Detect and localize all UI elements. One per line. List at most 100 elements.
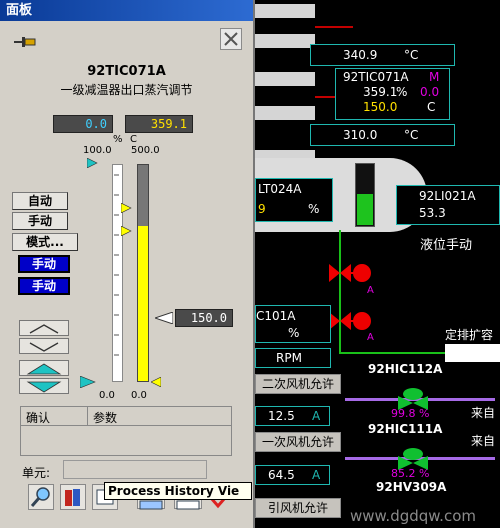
level-bar-fill [357, 194, 373, 225]
scale-left-top: 100.0 [83, 145, 112, 156]
temperature-display-1[interactable]: 340.9 °C [310, 44, 455, 66]
scale-right-bottom: 0.0 [131, 390, 147, 401]
auto-button[interactable]: 自动 [12, 192, 68, 210]
current-display-2[interactable]: 64.5 A [255, 465, 330, 485]
tooltip: Process History Vie [104, 482, 252, 500]
books-icon [65, 489, 80, 506]
button-label: 自动 [27, 194, 52, 208]
hic111-value: 85.2 % [391, 467, 430, 480]
fan-permit-1-button[interactable]: 一次风机允许 [255, 432, 341, 452]
chevron-up-icon [29, 324, 59, 334]
table-icon [139, 500, 163, 510]
hic112-tag: 92HIC112A [368, 362, 443, 376]
pin-icon[interactable] [14, 33, 36, 52]
fast-increase-button[interactable] [19, 360, 69, 376]
value: 310.0 [343, 128, 378, 142]
setpoint-pointer[interactable] [155, 312, 173, 324]
tag-name: 92TIC071A [87, 64, 166, 79]
tic-tag: 92TIC071A [343, 70, 409, 84]
valve-mode: A [367, 332, 374, 343]
current-display-1[interactable]: 12.5 A [255, 406, 330, 426]
close-icon [224, 32, 238, 46]
output-high-limit-marker [87, 158, 98, 168]
unit: °C [404, 128, 419, 142]
triangle-up-icon [26, 363, 62, 375]
process-graphic: 340.9 °C 92TIC071A M 359.1 0.0 150.0 % C… [255, 0, 500, 528]
unit: A [312, 409, 321, 423]
unit: % [288, 326, 300, 340]
tic-faceplate-mini[interactable]: 92TIC071A M 359.1 0.0 150.0 % C [335, 68, 450, 120]
li-value: 53.3 [419, 206, 446, 220]
output-position-marker[interactable] [80, 376, 96, 388]
lt-tag: LT024A [258, 182, 302, 196]
level-indicator-box[interactable]: 92LI021A 53.3 [396, 185, 500, 225]
setpoint-value[interactable]: 150.0 [175, 309, 233, 327]
pipe [255, 34, 315, 48]
unit: % [396, 85, 408, 99]
fixed-drain-pipe [445, 344, 500, 362]
param-column-header[interactable]: 参数 [93, 409, 117, 426]
chevron-down-icon [29, 342, 59, 352]
li-tag: 92LI021A [419, 189, 476, 203]
pv-value: 359.1 [125, 115, 193, 133]
status-manual-1: 手动 [18, 255, 70, 273]
pv-high-alarm-marker [121, 203, 132, 213]
value: 64.5 [268, 468, 295, 482]
hic112-value: 99.8 % [391, 407, 430, 420]
unit: % [308, 202, 320, 216]
c101-box[interactable]: C101A % [255, 305, 331, 343]
alarm-table[interactable]: 确认 参数 [20, 406, 232, 456]
ack-column-header[interactable]: 确认 [26, 409, 50, 426]
hic111-tag: 92HIC111A [368, 422, 443, 436]
rpm-box[interactable]: RPM [255, 348, 331, 368]
list-icon [176, 500, 200, 510]
faceplate-button[interactable] [60, 484, 86, 510]
pv-bar-fill [138, 226, 148, 381]
pv-high-limit-marker [121, 226, 132, 236]
faceplate-panel: 面板 92TIC071A 一级减温器出口蒸汽调节 0.0 359.1 % C 1… [0, 0, 255, 528]
value: 12.5 [268, 409, 295, 423]
pipe [255, 106, 315, 120]
tag-description: 一级减温器出口蒸汽调节 [60, 83, 193, 97]
button-label: 一次风机允许 [261, 435, 334, 449]
fast-decrease-button[interactable] [19, 378, 69, 394]
button-label: 手动 [27, 214, 52, 228]
button-label: 引风机允许 [267, 501, 328, 515]
pipe-green [339, 352, 449, 354]
unit-c: C [130, 134, 137, 145]
pv-bar [137, 164, 149, 382]
pipe [255, 72, 315, 86]
increase-button[interactable] [19, 320, 69, 336]
pv-low-marker [151, 377, 161, 387]
close-button[interactable] [220, 28, 242, 50]
level-transmitter-box[interactable]: LT024A 9 % [255, 178, 333, 222]
scale-right-top: 500.0 [131, 145, 160, 156]
mode-button[interactable]: 模式... [12, 233, 78, 251]
watermark: www.dgdqw.com [350, 507, 476, 525]
unit-field[interactable] [63, 460, 207, 479]
magnifier-icon [30, 487, 50, 507]
fixed-drain-label: 定排扩容 [445, 328, 494, 342]
lt-value: 9 [258, 202, 266, 216]
pipe [255, 4, 315, 18]
trend-button[interactable] [28, 484, 54, 510]
tic-output: 0.0 [420, 85, 440, 99]
c101-tag: C101A [256, 309, 296, 323]
fan-permit-2-button[interactable]: 二次风机允许 [255, 374, 341, 394]
pipe-red [315, 26, 353, 28]
status-label: 手动 [31, 257, 56, 271]
unit: A [312, 468, 321, 482]
unit-label: 单元: [22, 466, 51, 480]
manual-button[interactable]: 手动 [12, 212, 68, 230]
output-bar [112, 164, 123, 382]
alarm-table-header: 确认 参数 [21, 407, 231, 426]
temperature-display-2[interactable]: 310.0 °C [310, 124, 455, 146]
induced-fan-permit-button[interactable]: 引风机允许 [255, 498, 341, 518]
hv309-tag: 92HV309A [376, 480, 447, 494]
decrease-button[interactable] [19, 338, 69, 354]
rpm-unit: RPM [276, 351, 302, 365]
valve-mode: A [367, 285, 374, 296]
button-label: 模式... [26, 235, 64, 249]
panel-title-bar[interactable]: 面板 [0, 0, 253, 21]
column-divider [87, 407, 88, 425]
